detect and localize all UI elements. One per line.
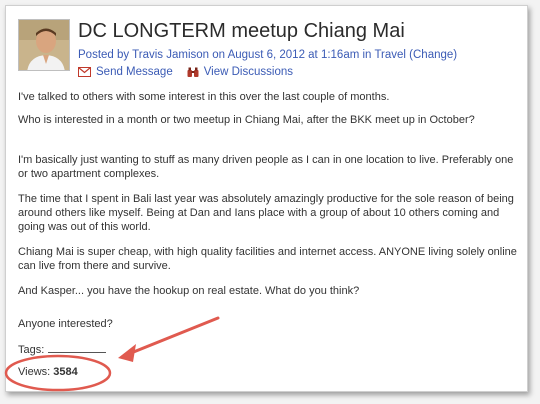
tags-label: Tags: xyxy=(18,344,45,356)
change-category-link[interactable]: (Change) xyxy=(409,49,457,61)
byline-prefix: Posted by xyxy=(78,49,133,61)
closing-question: Anyone interested? xyxy=(18,318,113,330)
discussion-title: DC LONGTERM meetup Chiang Mai xyxy=(78,20,405,42)
send-message-link[interactable]: Send Message xyxy=(78,66,173,78)
body-paragraph-5: Chiang Mai is super cheap, with high qua… xyxy=(18,246,517,272)
avatar-photo xyxy=(19,20,69,70)
author-link[interactable]: Travis Jamison xyxy=(132,49,209,61)
binoculars-icon xyxy=(187,67,199,77)
post-actions: Send Message View Discussions xyxy=(78,66,293,78)
view-discussions-link[interactable]: View Discussions xyxy=(187,66,293,78)
view-discussions-label: View Discussions xyxy=(203,66,293,78)
body-paragraph-3: I'm basically just wanting to stuff as m… xyxy=(18,154,514,180)
tags-row: Tags: xyxy=(18,343,107,356)
discussion-card: DC LONGTERM meetup Chiang Mai Posted by … xyxy=(5,5,528,392)
body-paragraph-4: The time that I spent in Bali last year … xyxy=(18,193,514,233)
views-row: Views: 3584 xyxy=(18,366,78,378)
send-message-label: Send Message xyxy=(96,66,173,78)
post-body: I've talked to others with some interest… xyxy=(18,90,518,298)
tags-blank xyxy=(48,343,107,353)
body-paragraph-6: And Kasper... you have the hookup on rea… xyxy=(18,285,360,297)
body-paragraph-1: I've talked to others with some interest… xyxy=(18,91,390,103)
category-link[interactable]: Travel xyxy=(374,49,406,61)
envelope-icon xyxy=(78,67,91,77)
author-avatar[interactable] xyxy=(18,19,70,71)
views-label: Views: xyxy=(18,366,51,378)
post-byline: Posted by Travis Jamison on August 6, 20… xyxy=(78,49,457,61)
body-paragraph-2: Who is interested in a month or two meet… xyxy=(18,114,475,126)
views-count: 3584 xyxy=(53,366,78,378)
byline-date: on August 6, 2012 at 1:16am in xyxy=(209,49,375,61)
